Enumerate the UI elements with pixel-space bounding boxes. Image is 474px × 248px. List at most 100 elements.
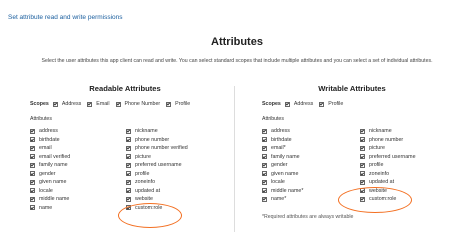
readable-scope-phone-number[interactable]: Phone Number — [115, 101, 160, 107]
writable-attribute-profile[interactable]: profile — [360, 161, 416, 170]
readable-attribute-phone-number[interactable]: phone number — [126, 136, 188, 145]
writable-attribute-checkbox[interactable] — [360, 137, 365, 143]
readable-attribute-checkbox[interactable] — [126, 171, 131, 177]
readable-scope-checkbox[interactable] — [115, 101, 121, 107]
readable-scope-address[interactable]: Address — [52, 101, 81, 107]
readable-scope-email[interactable]: Email — [87, 101, 110, 107]
writable-attribute-checkbox[interactable] — [262, 171, 267, 177]
readable-attribute-email-verified[interactable]: email verified — [30, 153, 70, 162]
writable-attribute-checkbox[interactable] — [262, 137, 267, 143]
readable-attribute-checkbox[interactable] — [126, 162, 131, 168]
writable-attribute-label: email* — [271, 145, 286, 152]
readable-scope-label: Profile — [175, 101, 191, 107]
readable-attribute-checkbox[interactable] — [126, 128, 131, 134]
readable-attribute-checkbox[interactable] — [126, 179, 131, 185]
readable-attribute-name[interactable]: name — [30, 204, 70, 213]
readable-attribute-checkbox[interactable] — [126, 145, 131, 151]
writable-attribute-family-name[interactable]: family name — [262, 153, 303, 162]
readable-attribute-updated-at[interactable]: updated at — [126, 187, 188, 196]
writable-attribute-name[interactable]: name* — [262, 195, 303, 204]
writable-attribute-zoneinfo[interactable]: zoneinfo — [360, 170, 416, 179]
readable-attribute-label: middle name — [39, 196, 70, 203]
writable-scope-address[interactable]: Address — [284, 101, 314, 107]
writable-attribute-address[interactable]: address — [262, 127, 303, 136]
readable-attribute-address[interactable]: address — [30, 127, 70, 136]
readable-attribute-phone-number-verified[interactable]: phone number verified — [126, 144, 188, 153]
writable-attribute-checkbox[interactable] — [262, 196, 267, 202]
writable-attribute-label: phone number — [369, 136, 404, 143]
readable-attribute-checkbox[interactable] — [126, 196, 131, 202]
writable-attribute-label: name* — [271, 196, 287, 203]
readable-attribute-profile[interactable]: profile — [126, 170, 188, 179]
readable-attribute-preferred-username[interactable]: preferred username — [126, 161, 188, 170]
readable-scopes: Scopes Address Email Phone Number Profile — [30, 101, 196, 107]
column-divider — [234, 86, 235, 232]
writable-attribute-checkbox[interactable] — [360, 179, 365, 185]
writable-attribute-checkbox[interactable] — [262, 128, 267, 134]
writable-attribute-phone-number[interactable]: phone number — [360, 136, 416, 145]
writable-attribute-picture[interactable]: picture — [360, 144, 416, 153]
readable-attribute-checkbox[interactable] — [30, 128, 35, 134]
writable-attribute-label: family name — [271, 153, 300, 160]
readable-attribute-zoneinfo[interactable]: zoneinfo — [126, 178, 188, 187]
readable-attribute-checkbox[interactable] — [30, 196, 35, 202]
writable-scope-checkbox[interactable] — [284, 101, 290, 107]
readable-attribute-picture[interactable]: picture — [126, 153, 188, 162]
set-permissions-link[interactable]: Set attribute read and write permissions — [8, 14, 123, 21]
readable-attribute-checkbox[interactable] — [30, 162, 35, 168]
writable-attribute-checkbox[interactable] — [360, 162, 365, 168]
readable-attribute-nickname[interactable]: nickname — [126, 127, 188, 136]
writable-attribute-label: zoneinfo — [369, 170, 390, 177]
readable-attribute-checkbox[interactable] — [30, 145, 35, 151]
writable-attribute-checkbox[interactable] — [360, 171, 365, 177]
writable-attribute-checkbox[interactable] — [262, 188, 267, 194]
readable-attribute-website[interactable]: website — [126, 195, 188, 204]
writable-attribute-checkbox[interactable] — [360, 128, 365, 134]
readable-scope-checkbox[interactable] — [87, 101, 93, 107]
writable-attribute-email[interactable]: email* — [262, 144, 303, 153]
readable-attribute-label: zoneinfo — [135, 179, 156, 186]
readable-attribute-checkbox[interactable] — [30, 205, 35, 211]
readable-scope-checkbox[interactable] — [166, 101, 172, 107]
readable-scope-profile[interactable]: Profile — [166, 101, 190, 107]
readable-attribute-gender[interactable]: gender — [30, 170, 70, 179]
readable-attribute-checkbox[interactable] — [30, 188, 35, 194]
readable-scope-checkbox[interactable] — [52, 101, 58, 107]
writable-attribute-checkbox[interactable] — [262, 154, 267, 160]
readable-attribute-checkbox[interactable] — [126, 137, 131, 143]
writable-attribute-checkbox[interactable] — [262, 162, 267, 168]
writable-attribute-label: picture — [369, 145, 385, 152]
writable-attribute-preferred-username[interactable]: preferred username — [360, 153, 416, 162]
writable-attribute-label: updated at — [369, 179, 395, 186]
writable-attribute-given-name[interactable]: given name — [262, 170, 303, 179]
writable-attribute-checkbox[interactable] — [360, 154, 365, 160]
writable-attribute-label: middle name* — [271, 187, 304, 194]
readable-attribute-given-name[interactable]: given name — [30, 178, 70, 187]
writable-attribute-nickname[interactable]: nickname — [360, 127, 416, 136]
readable-attribute-family-name[interactable]: family name — [30, 161, 70, 170]
readable-attribute-label: preferred username — [135, 162, 182, 169]
writable-attribute-checkbox[interactable] — [360, 145, 365, 151]
readable-attribute-checkbox[interactable] — [30, 179, 35, 185]
writable-attribute-gender[interactable]: gender — [262, 161, 303, 170]
writable-scope-label: Address — [293, 101, 314, 107]
readable-attribute-checkbox[interactable] — [30, 154, 35, 160]
readable-attribute-middle-name[interactable]: middle name — [30, 195, 70, 204]
writable-attribute-locale[interactable]: locale — [262, 178, 303, 187]
writable-attribute-checkbox[interactable] — [262, 145, 267, 151]
writable-scope-checkbox[interactable] — [319, 101, 325, 107]
readable-attribute-birthdate[interactable]: birthdate — [30, 136, 70, 145]
readable-attribute-checkbox[interactable] — [30, 137, 35, 143]
writable-scope-profile[interactable]: Profile — [319, 101, 343, 107]
readable-attribute-locale[interactable]: locale — [30, 187, 70, 196]
readable-attribute-checkbox[interactable] — [30, 171, 35, 177]
writable-attribute-middle-name[interactable]: middle name* — [262, 187, 303, 196]
writable-attribute-birthdate[interactable]: birthdate — [262, 136, 303, 145]
readable-attribute-email[interactable]: email — [30, 144, 70, 153]
readable-attribute-label: website — [135, 196, 153, 203]
custom-role-highlight-readable — [118, 203, 182, 228]
writable-attribute-updated-at[interactable]: updated at — [360, 178, 416, 187]
readable-attribute-checkbox[interactable] — [126, 188, 131, 194]
writable-attribute-checkbox[interactable] — [262, 179, 267, 185]
readable-attribute-checkbox[interactable] — [126, 154, 131, 160]
